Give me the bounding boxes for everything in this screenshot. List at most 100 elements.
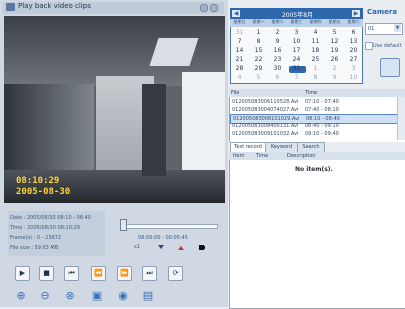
calendar-day[interactable]: 16 bbox=[268, 47, 287, 54]
calendar-day[interactable]: 19 bbox=[325, 47, 344, 54]
stop-button[interactable]: ■ bbox=[39, 266, 54, 281]
zoom-out-icon[interactable]: ⊖ bbox=[38, 289, 52, 303]
calendar-day[interactable]: 9 bbox=[325, 74, 344, 81]
video-doorway-light bbox=[182, 72, 225, 170]
camera-selected: 01 bbox=[368, 26, 375, 32]
loop-button[interactable]: ⟳ bbox=[168, 266, 183, 281]
file-row[interactable]: 012005083009101032.Avi 09:10 - 09:40 bbox=[230, 130, 397, 138]
calendar-day[interactable]: 7 bbox=[287, 74, 306, 81]
clip-time: Time : 2005/08/30 08:10:29 bbox=[10, 225, 80, 231]
calendar-day[interactable]: 23 bbox=[268, 56, 287, 63]
calendar-day[interactable]: 9 bbox=[268, 38, 287, 45]
screenshot-icon[interactable]: ▣ bbox=[90, 289, 104, 303]
calendar-day[interactable]: 6 bbox=[268, 74, 287, 81]
camera-select-arrow-icon[interactable]: ▼ bbox=[394, 24, 401, 32]
calendar-day[interactable]: 5 bbox=[249, 74, 268, 81]
speaker-icon[interactable] bbox=[198, 244, 206, 251]
file-column-header: File bbox=[231, 90, 240, 96]
camera-icon[interactable]: ◉ bbox=[116, 289, 130, 303]
weekday-label: 星期二 bbox=[271, 19, 284, 24]
next-button[interactable]: ⏭ bbox=[142, 266, 157, 281]
item-column-header: Item bbox=[233, 153, 245, 159]
event-table[interactable] bbox=[229, 152, 405, 309]
window-title: Play back video clips bbox=[18, 2, 91, 10]
calendar-day[interactable]: 2 bbox=[325, 65, 344, 72]
file-name: 012005083009101032.Avi bbox=[232, 131, 299, 137]
calendar-day[interactable]: 8 bbox=[306, 74, 325, 81]
timeline-slider-track[interactable] bbox=[122, 224, 218, 229]
file-row[interactable]: 012005083008400131.Avi 08:40 - 09:10 bbox=[230, 122, 397, 130]
calendar-day[interactable]: 31 bbox=[287, 65, 306, 72]
file-name: 012005083008400131.Avi bbox=[232, 123, 299, 129]
previous-button[interactable]: ⏮ bbox=[64, 266, 79, 281]
file-row[interactable]: 012005083006110528.Avi 07:10 - 07:40 bbox=[230, 98, 397, 106]
playback-speed: x1 bbox=[134, 244, 141, 250]
event-empty-state: No item(s). bbox=[295, 166, 333, 173]
weekday-label: 星期一 bbox=[252, 19, 265, 24]
fast-forward-button[interactable]: ⏩ bbox=[117, 266, 132, 281]
file-row[interactable]: 012005083004074027.Avi 07:40 - 08:10 bbox=[230, 106, 397, 114]
calendar-day[interactable]: 28 bbox=[230, 65, 249, 72]
clip-file-size: File size : 59.63 MB bbox=[10, 245, 59, 251]
calendar-day[interactable]: 11 bbox=[306, 38, 325, 45]
calendar-day[interactable]: 24 bbox=[287, 56, 306, 63]
calendar-day[interactable]: 14 bbox=[230, 47, 249, 54]
play-button[interactable]: ▶ bbox=[15, 266, 30, 281]
calendar-day[interactable]: 20 bbox=[344, 47, 363, 54]
timeline-slider-thumb[interactable] bbox=[120, 219, 127, 231]
calendar-day[interactable]: 12 bbox=[325, 38, 344, 45]
calendar-next-month-icon[interactable]: ▶ bbox=[352, 10, 360, 17]
camera-app-icon bbox=[6, 3, 15, 11]
calendar-day[interactable]: 2 bbox=[268, 29, 287, 36]
calendar-day[interactable]: 13 bbox=[344, 38, 363, 45]
calendar-day[interactable]: 7 bbox=[230, 38, 249, 45]
file-time: 09:10 - 09:40 bbox=[305, 131, 339, 137]
camera-title: Camera bbox=[367, 8, 398, 16]
calendar-day[interactable]: 18 bbox=[306, 47, 325, 54]
calendar-day[interactable]: 31 bbox=[230, 29, 249, 36]
calendar-day[interactable]: 15 bbox=[249, 47, 268, 54]
file-name: 012005083004074027.Avi bbox=[232, 107, 299, 113]
calendar-day[interactable]: 22 bbox=[249, 56, 268, 63]
calendar-day[interactable]: 21 bbox=[230, 56, 249, 63]
calendar-day[interactable]: 8 bbox=[249, 38, 268, 45]
calendar-day[interactable]: 6 bbox=[344, 29, 363, 36]
rewind-button[interactable]: ⏪ bbox=[91, 266, 106, 281]
calendar-day[interactable]: 10 bbox=[344, 74, 363, 81]
calendar-day[interactable]: 5 bbox=[325, 29, 344, 36]
video-door-frame bbox=[142, 84, 166, 176]
calendar-day[interactable]: 26 bbox=[325, 56, 344, 63]
speed-up-icon[interactable] bbox=[177, 244, 185, 251]
calendar-day[interactable]: 25 bbox=[306, 56, 325, 63]
minimize-button[interactable] bbox=[200, 4, 208, 12]
calendar-day[interactable]: 1 bbox=[306, 65, 325, 72]
calendar-day[interactable]: 10 bbox=[287, 38, 306, 45]
calendar-day[interactable]: 3 bbox=[287, 29, 306, 36]
video-view[interactable]: 08:10:29 2005-08-30 bbox=[4, 16, 225, 203]
video-timestamp-time: 08:10:29 bbox=[16, 176, 60, 186]
weekday-label: 星期三 bbox=[290, 19, 303, 24]
save-icon[interactable]: ▤ bbox=[141, 289, 155, 303]
clip-info-box: Date : 2005/08/30 08:10 - 08:40 Time : 2… bbox=[8, 211, 105, 256]
file-list-scrollbar[interactable] bbox=[397, 97, 405, 140]
calendar-day[interactable]: 4 bbox=[306, 29, 325, 36]
calendar-day[interactable]: 1 bbox=[249, 29, 268, 36]
file-time: 07:10 - 07:40 bbox=[305, 99, 339, 105]
calendar-day[interactable]: 29 bbox=[249, 65, 268, 72]
calendar-day[interactable]: 4 bbox=[230, 74, 249, 81]
calendar-day[interactable]: 17 bbox=[287, 47, 306, 54]
file-time: 08:40 - 09:10 bbox=[305, 123, 339, 129]
time-column-header: Time bbox=[305, 90, 318, 96]
speed-down-icon[interactable] bbox=[157, 244, 165, 251]
calendar-day[interactable]: 27 bbox=[344, 56, 363, 63]
fit-zoom-icon[interactable]: ⊗ bbox=[63, 289, 77, 303]
use-default-checkbox[interactable] bbox=[365, 42, 373, 50]
calendar-prev-month-icon[interactable]: ◀ bbox=[232, 10, 240, 17]
calendar-day[interactable]: 30 bbox=[268, 65, 287, 72]
calendar-weekdays: 星期日 星期一 星期二 星期三 星期四 星期五 星期六 bbox=[230, 19, 363, 27]
event-tabs: Text record Keyword Search bbox=[229, 142, 405, 153]
camera-image-button[interactable] bbox=[380, 58, 400, 77]
calendar-day[interactable]: 3 bbox=[344, 65, 363, 72]
zoom-in-icon[interactable]: ⊕ bbox=[14, 289, 28, 303]
close-button[interactable] bbox=[210, 4, 218, 12]
